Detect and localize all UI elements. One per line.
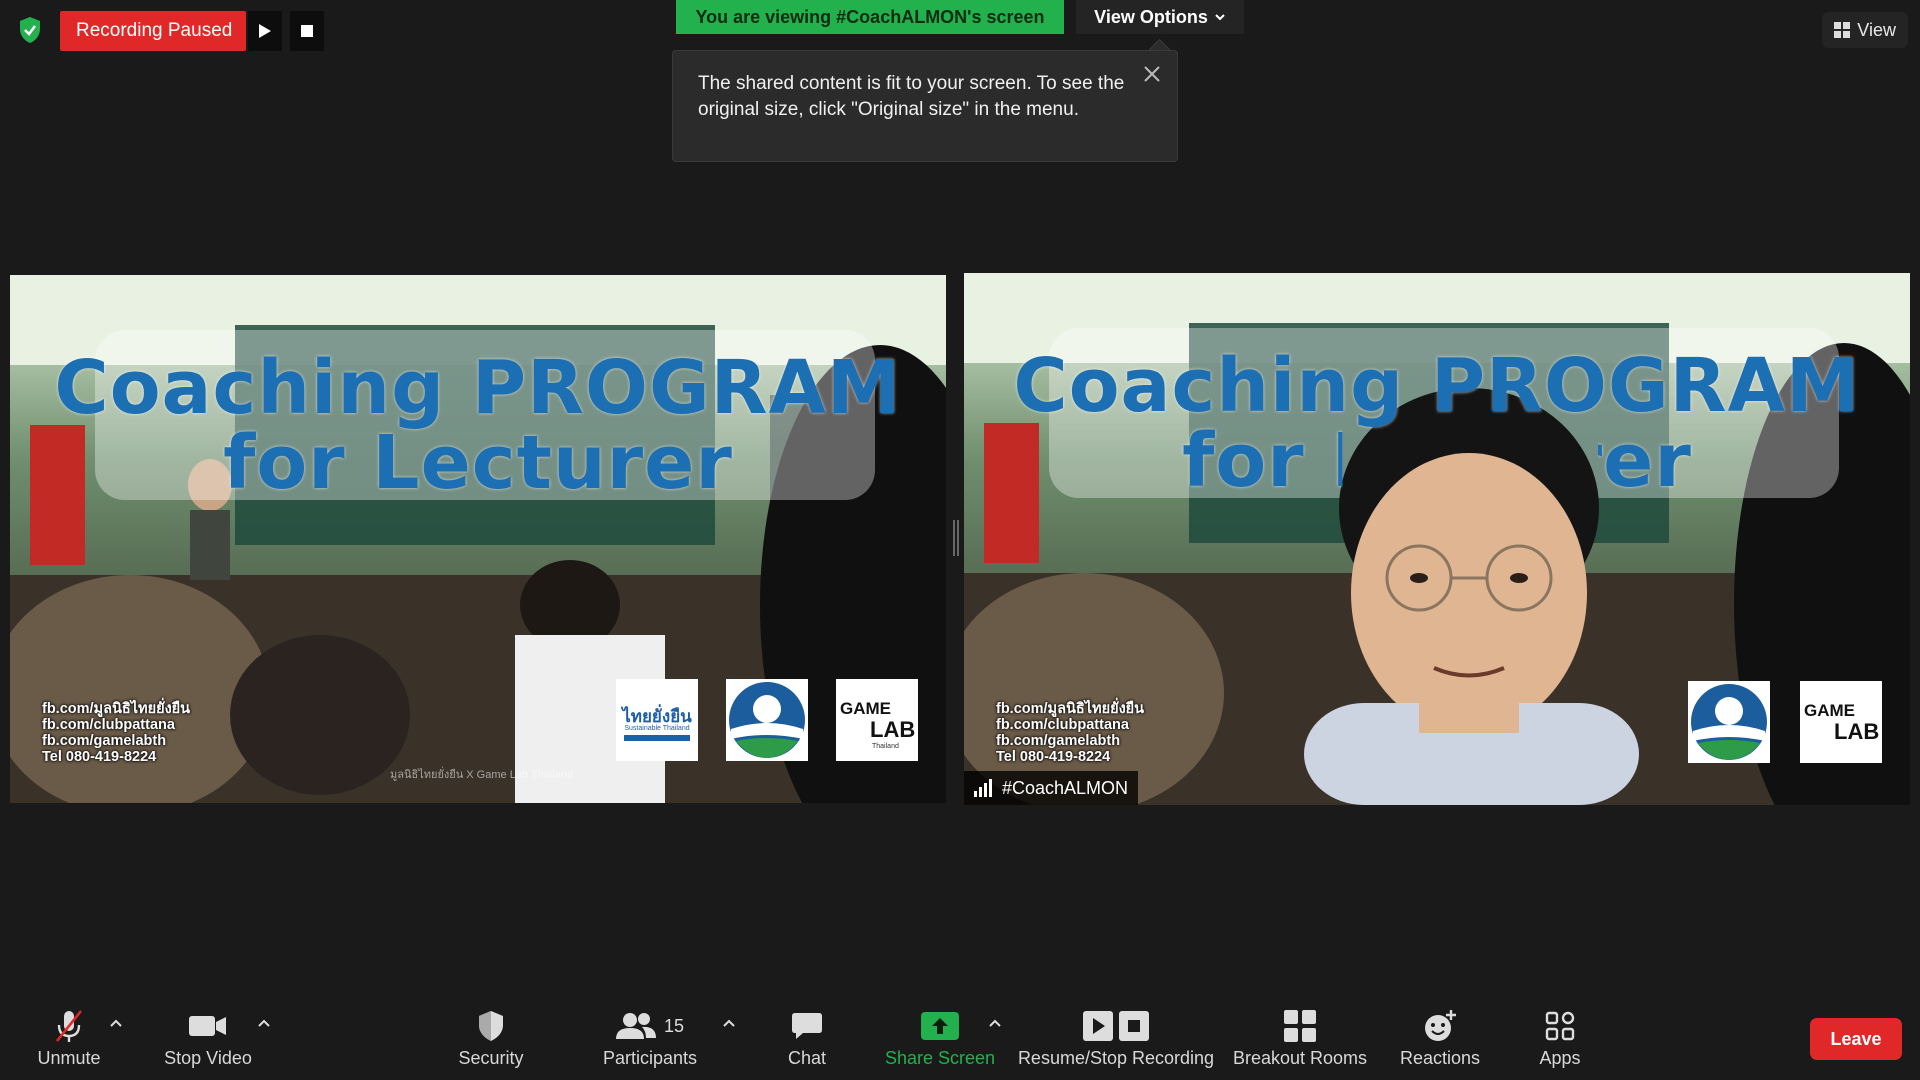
stop-recording-icon bbox=[1119, 1011, 1149, 1041]
chat-bubble-icon bbox=[792, 1013, 822, 1039]
apps-icon bbox=[1545, 1011, 1575, 1041]
apps-button[interactable]: Apps bbox=[1510, 996, 1610, 1080]
contact-line: Tel 080-419-8224 bbox=[996, 749, 1111, 765]
tooltip-text: The shared content is fit to your screen… bbox=[698, 73, 1125, 120]
view-options-label: View Options bbox=[1094, 6, 1208, 27]
view-options-button[interactable]: View Options bbox=[1076, 0, 1244, 34]
slide-contacts: fb.com/มูลนิธิไทยยั่งยืน fb.com/clubpatt… bbox=[996, 701, 1144, 765]
video-camera-icon bbox=[189, 1016, 226, 1036]
unmute-label: Unmute bbox=[37, 1048, 101, 1068]
game-lab-logo: GAME LAB Thailand bbox=[836, 679, 918, 761]
contact-line: fb.com/clubpattana bbox=[996, 717, 1129, 733]
resume-stop-recording-label: Resume/Stop Recording bbox=[1017, 1048, 1215, 1068]
stop-video-label: Stop Video bbox=[164, 1048, 252, 1068]
resume-stop-recording-button[interactable]: Resume/Stop Recording bbox=[1016, 996, 1216, 1080]
breakout-rooms-label: Breakout Rooms bbox=[1232, 1048, 1368, 1068]
reactions-label: Reactions bbox=[1399, 1048, 1481, 1068]
video-options-caret-icon[interactable] bbox=[256, 1016, 272, 1032]
thai-yangyuen-logo: ไทยยั่งยืน Sustainable Thailand bbox=[616, 679, 698, 761]
fit-to-screen-tooltip: The shared content is fit to your screen… bbox=[672, 50, 1178, 162]
slide-title-line1: Coaching PROGRAM bbox=[54, 345, 902, 431]
resume-recording-icon bbox=[1083, 1011, 1113, 1041]
reactions-button[interactable]: Reactions bbox=[1390, 996, 1490, 1080]
share-screen-icon bbox=[921, 1012, 959, 1040]
view-label: View bbox=[1857, 19, 1896, 40]
view-layout-button[interactable]: View bbox=[1822, 12, 1908, 48]
game-lab-logo: GAME LAB bbox=[1800, 681, 1882, 763]
breakout-rooms-button[interactable]: Breakout Rooms bbox=[1228, 996, 1372, 1080]
resume-recording-button[interactable] bbox=[248, 11, 282, 51]
participants-icon bbox=[615, 1013, 656, 1039]
meeting-toolbar: Unmute Stop Video Security 15 Participan… bbox=[0, 996, 1920, 1080]
shared-screen-view[interactable]: Coaching PROGRAM for Lecturer fb.com/มูล… bbox=[10, 275, 946, 803]
contact-line: fb.com/มูลนิธิไทยยั่งยืน bbox=[42, 701, 191, 717]
contact-line: fb.com/clubpattana bbox=[42, 717, 175, 733]
share-options-caret-icon[interactable] bbox=[987, 1016, 1003, 1032]
grid-view-icon bbox=[1834, 22, 1851, 38]
logo-lab-text: LAB bbox=[1834, 719, 1880, 744]
logo-game-text: GAME bbox=[840, 699, 891, 718]
logo-game-text: GAME bbox=[1804, 701, 1855, 720]
participants-label: Participants bbox=[602, 1048, 698, 1068]
stop-video-button[interactable]: Stop Video bbox=[152, 996, 264, 1080]
security-label: Security bbox=[458, 1048, 524, 1068]
unmute-button[interactable]: Unmute bbox=[24, 996, 114, 1080]
participant-name: #CoachALMON bbox=[1002, 777, 1129, 798]
stop-icon bbox=[301, 25, 313, 37]
microphone-muted-icon bbox=[55, 1010, 83, 1042]
recording-status-badge: Recording Paused bbox=[60, 11, 246, 51]
signal-strength-icon bbox=[974, 779, 992, 797]
audio-options-caret-icon[interactable] bbox=[108, 1016, 124, 1032]
apps-label: Apps bbox=[1539, 1048, 1581, 1068]
logo-thai-subtext: Sustainable Thailand bbox=[624, 725, 690, 732]
security-button[interactable]: Security bbox=[446, 996, 536, 1080]
chat-button[interactable]: Chat bbox=[772, 996, 842, 1080]
chevron-down-icon bbox=[1215, 14, 1225, 21]
stop-recording-button[interactable] bbox=[290, 11, 324, 51]
share-screen-button[interactable]: Share Screen bbox=[878, 996, 1002, 1080]
clubpattana-logo bbox=[1688, 681, 1770, 763]
viewing-screen-banner: You are viewing #CoachALMON's screen bbox=[676, 0, 1064, 34]
reactions-smiley-icon bbox=[1425, 1010, 1456, 1041]
chat-label: Chat bbox=[787, 1048, 827, 1068]
participants-button[interactable]: 15 Participants bbox=[590, 996, 710, 1080]
slide-contacts: fb.com/มูลนิธิไทยยั่งยืน fb.com/clubpatt… bbox=[42, 701, 190, 765]
logo-lab-subtext: Thailand bbox=[872, 743, 899, 750]
encryption-shield-icon[interactable] bbox=[12, 12, 48, 48]
contact-line: fb.com/gamelabth bbox=[42, 733, 167, 749]
contact-line: fb.com/มูลนิธิไทยยั่งยืน bbox=[996, 701, 1145, 717]
participant-name-tag: #CoachALMON bbox=[964, 771, 1139, 805]
security-shield-icon bbox=[479, 1011, 503, 1041]
slide-credit: มูลนิธิไทยยั่งยืน X Game Lab Thailand bbox=[390, 769, 574, 781]
breakout-rooms-icon bbox=[1284, 1010, 1316, 1042]
participants-count: 15 bbox=[663, 1015, 685, 1036]
close-icon[interactable] bbox=[1141, 63, 1163, 85]
contact-line: Tel 080-419-8224 bbox=[42, 749, 157, 765]
participants-options-caret-icon[interactable] bbox=[721, 1016, 737, 1032]
splitter-handle[interactable] bbox=[953, 520, 959, 556]
participant-video[interactable]: Coaching PROGRAM for Lecturer fb.com/มูล… bbox=[964, 273, 1910, 805]
slide-title-line1: Coaching PROGRAM bbox=[1013, 343, 1861, 429]
contact-line: fb.com/gamelabth bbox=[996, 733, 1121, 749]
logo-lab-text: LAB bbox=[870, 717, 916, 742]
play-icon bbox=[259, 24, 271, 38]
clubpattana-logo bbox=[726, 679, 808, 761]
share-screen-label: Share Screen bbox=[884, 1048, 996, 1068]
leave-button[interactable]: Leave bbox=[1810, 1018, 1902, 1060]
slide-title-line2: for Lecturer bbox=[223, 420, 733, 506]
